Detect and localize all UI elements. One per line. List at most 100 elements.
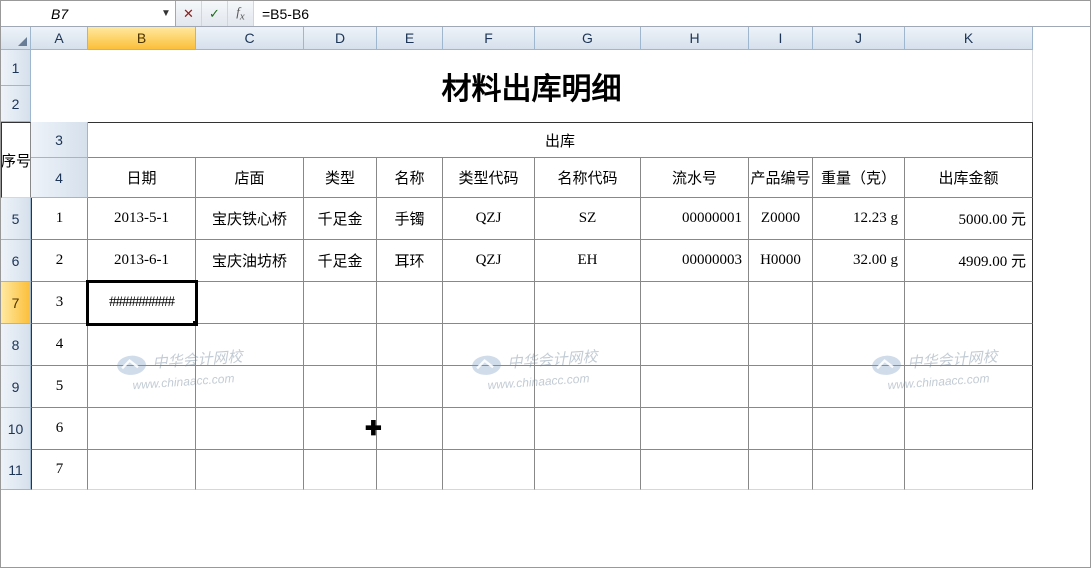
cell-D6[interactable]: 千足金 [304,240,377,282]
cell-I9[interactable] [749,366,813,408]
cell-H8[interactable] [641,324,749,366]
cell-I8[interactable] [749,324,813,366]
cell-B5[interactable]: 2013-5-1 [88,198,196,240]
cell-I10[interactable] [749,408,813,450]
row-header-1[interactable]: 1 [1,50,31,86]
name-box[interactable]: B7 [1,6,157,22]
cell-J10[interactable] [813,408,905,450]
cell-J7[interactable] [813,282,905,324]
cell-I11[interactable] [749,450,813,490]
cell-E9[interactable] [377,366,443,408]
cell-E11[interactable] [377,450,443,490]
cell-E6[interactable]: 耳环 [377,240,443,282]
cell-B8[interactable] [88,324,196,366]
cell-E8[interactable] [377,324,443,366]
confirm-icon[interactable]: ✓ [202,1,228,26]
cell-K7[interactable] [905,282,1033,324]
cell-B6[interactable]: 2013-6-1 [88,240,196,282]
cell-G5[interactable]: SZ [535,198,641,240]
cell-G6[interactable]: EH [535,240,641,282]
row-header-8[interactable]: 8 [1,324,31,366]
cell-B11[interactable] [88,450,196,490]
cell-A7[interactable]: 3 [31,282,88,324]
cell-H6[interactable]: 00000003 [641,240,749,282]
cell-C11[interactable] [196,450,304,490]
cell-C5[interactable]: 宝庆铁心桥 [196,198,304,240]
cell-H11[interactable] [641,450,749,490]
row-header-3[interactable]: 3 [31,122,88,158]
cell-A10[interactable]: 6 [31,408,88,450]
cell-B7-active[interactable]: ########## [88,282,196,324]
cell-J9[interactable] [813,366,905,408]
cell-I7[interactable] [749,282,813,324]
cell-B10[interactable] [88,408,196,450]
cell-K8[interactable] [905,324,1033,366]
cell-A5[interactable]: 1 [31,198,88,240]
fx-icon[interactable]: fx [228,1,254,26]
cell-K6[interactable]: 4909.00 元 [905,240,1033,282]
cell-D10[interactable] [304,408,377,450]
cell-A8[interactable]: 4 [31,324,88,366]
cell-C10[interactable] [196,408,304,450]
cell-H10[interactable] [641,408,749,450]
cell-C7[interactable] [196,282,304,324]
cell-K9[interactable] [905,366,1033,408]
col-header-G[interactable]: G [535,27,641,50]
cell-G8[interactable] [535,324,641,366]
cell-I5[interactable]: Z0000 [749,198,813,240]
col-header-F[interactable]: F [443,27,535,50]
cell-D8[interactable] [304,324,377,366]
cell-G11[interactable] [535,450,641,490]
cell-F9[interactable] [443,366,535,408]
row-header-7[interactable]: 7 [1,282,31,324]
cell-H5[interactable]: 00000001 [641,198,749,240]
cell-F6[interactable]: QZJ [443,240,535,282]
cell-J8[interactable] [813,324,905,366]
col-header-B[interactable]: B [88,27,196,50]
cell-F11[interactable] [443,450,535,490]
cell-D5[interactable]: 千足金 [304,198,377,240]
col-header-H[interactable]: H [641,27,749,50]
cell-G9[interactable] [535,366,641,408]
cell-H7[interactable] [641,282,749,324]
row-header-4[interactable]: 4 [31,158,88,198]
row-header-2[interactable]: 2 [1,86,31,122]
select-all-corner[interactable] [1,27,31,50]
cell-J6[interactable]: 32.00 g [813,240,905,282]
cell-K10[interactable] [905,408,1033,450]
cell-A9[interactable]: 5 [31,366,88,408]
cell-D7[interactable] [304,282,377,324]
cell-C6[interactable]: 宝庆油坊桥 [196,240,304,282]
cell-J5[interactable]: 12.23 g [813,198,905,240]
name-box-dropdown-icon[interactable]: ▼ [157,8,175,19]
row-header-5[interactable]: 5 [1,198,31,240]
cell-B9[interactable] [88,366,196,408]
cell-F7[interactable] [443,282,535,324]
cell-A6[interactable]: 2 [31,240,88,282]
cell-G10[interactable] [535,408,641,450]
formula-input[interactable] [254,1,1090,26]
cell-H9[interactable] [641,366,749,408]
cancel-icon[interactable]: ✕ [176,1,202,26]
col-header-C[interactable]: C [196,27,304,50]
cell-D11[interactable] [304,450,377,490]
col-header-J[interactable]: J [813,27,905,50]
cell-G7[interactable] [535,282,641,324]
cell-E5[interactable]: 手镯 [377,198,443,240]
col-header-D[interactable]: D [304,27,377,50]
cell-F10[interactable] [443,408,535,450]
row-header-11[interactable]: 11 [1,450,31,490]
cell-F5[interactable]: QZJ [443,198,535,240]
row-header-6[interactable]: 6 [1,240,31,282]
cell-J11[interactable] [813,450,905,490]
cell-D9[interactable] [304,366,377,408]
cell-I6[interactable]: H0000 [749,240,813,282]
name-box-wrap[interactable]: B7 ▼ [1,1,176,26]
row-header-9[interactable]: 9 [1,366,31,408]
col-header-I[interactable]: I [749,27,813,50]
cell-K5[interactable]: 5000.00 元 [905,198,1033,240]
col-header-K[interactable]: K [905,27,1033,50]
cell-A11[interactable]: 7 [31,450,88,490]
cell-C9[interactable] [196,366,304,408]
cell-F8[interactable] [443,324,535,366]
